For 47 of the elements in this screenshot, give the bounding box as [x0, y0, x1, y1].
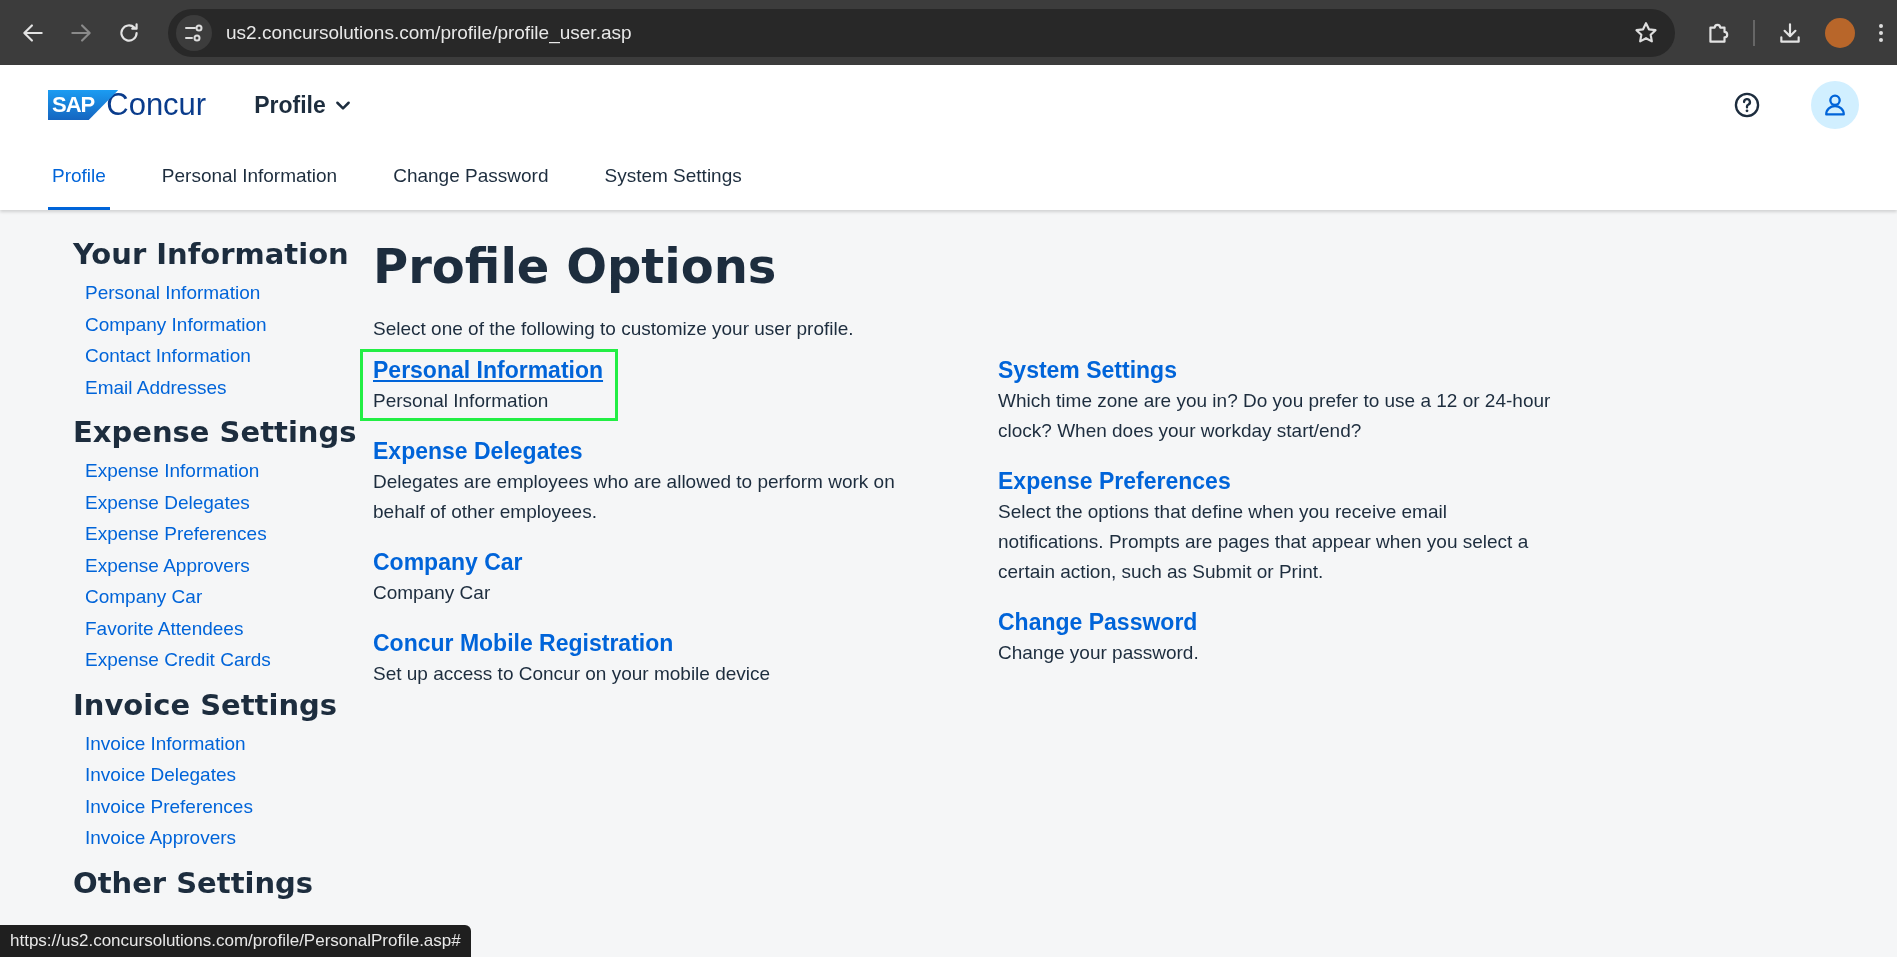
option-description: Delegates are employees who are allowed to perform work on behalf of other employees. — [373, 470, 896, 524]
sidebar-link[interactable]: Company Car — [85, 581, 203, 613]
option-link[interactable]: Expense Delegates — [373, 435, 583, 467]
user-menu-button[interactable] — [1811, 81, 1859, 129]
sidebar-link[interactable]: Invoice Preferences — [85, 790, 253, 822]
option-description: Company Car — [373, 581, 491, 605]
status-url-tooltip: https://us2.concursolutions.com/profile/PersonalProfile.asp# — [0, 925, 471, 957]
sidebar-link[interactable]: Personal Information — [85, 277, 261, 309]
tab[interactable]: Change Password — [389, 145, 553, 210]
sidebar-link[interactable]: Invoice Approvers — [85, 822, 237, 854]
sidebar-link[interactable]: Contact Information — [85, 340, 251, 372]
sidebar-link[interactable]: Expense Approvers — [85, 549, 250, 581]
tab[interactable]: Personal Information — [157, 145, 342, 210]
option-link[interactable]: Change Password — [998, 606, 1198, 638]
section-heading: Invoice Settings — [73, 687, 338, 722]
page-title: Profile Options — [373, 238, 778, 294]
sidebar-link[interactable]: Expense Preferences — [85, 518, 267, 550]
sidebar-link[interactable]: Expense Information — [85, 455, 260, 487]
section-heading: Your Information — [73, 237, 349, 271]
sidebar-link[interactable]: Expense Credit Cards — [85, 644, 271, 676]
sidebar-link[interactable]: Expense Delegates — [85, 486, 250, 518]
logo-text: Concur — [106, 87, 207, 123]
site-settings-icon[interactable] — [176, 14, 212, 51]
option-description: Set up access to Concur on your mobile device — [373, 662, 771, 686]
section-heading: Other Settings — [73, 865, 314, 900]
tab[interactable]: System Settings — [600, 145, 746, 210]
sidebar-link[interactable]: Company Information — [85, 308, 267, 340]
section-heading: Expense Settings — [73, 415, 357, 449]
option-description: Which time zone are you in? Do you prefer to use a 12 or 24-hour clock? When does your workday start/end? — [998, 389, 1552, 443]
option-link[interactable]: Expense Preferences — [998, 465, 1231, 497]
intro-text: Select one of the following to customize your user profile. — [373, 318, 855, 340]
option-link[interactable]: System Settings — [998, 354, 1177, 386]
sidebar-link[interactable]: Invoice Delegates — [85, 759, 237, 791]
sidebar-link[interactable]: Favorite Attendees — [85, 612, 244, 644]
option-link[interactable]: Concur Mobile Registration — [373, 627, 674, 659]
option-description: Change your password. — [998, 641, 1199, 665]
option-description: Select the options that define when you receive email notifications. Prompts are pages that appear when you select a certain action, such as Submit or Print. — [998, 500, 1530, 584]
tab[interactable]: Profile — [48, 145, 110, 210]
address-bar[interactable]: us2.concursolutions.com/profile/profile_user.asp — [168, 8, 1675, 57]
app-menu-button[interactable]: Profile — [250, 87, 356, 123]
profile-avatar[interactable] — [1825, 17, 1855, 48]
help-icon[interactable] — [1733, 91, 1761, 119]
sidebar-link[interactable]: Invoice Information — [85, 727, 246, 759]
sidebar-link[interactable]: Email Addresses — [85, 371, 227, 403]
option-description: Personal Information — [373, 389, 549, 413]
option-link[interactable]: Company Car — [373, 546, 523, 578]
option-link[interactable]: Personal Information — [373, 354, 604, 386]
